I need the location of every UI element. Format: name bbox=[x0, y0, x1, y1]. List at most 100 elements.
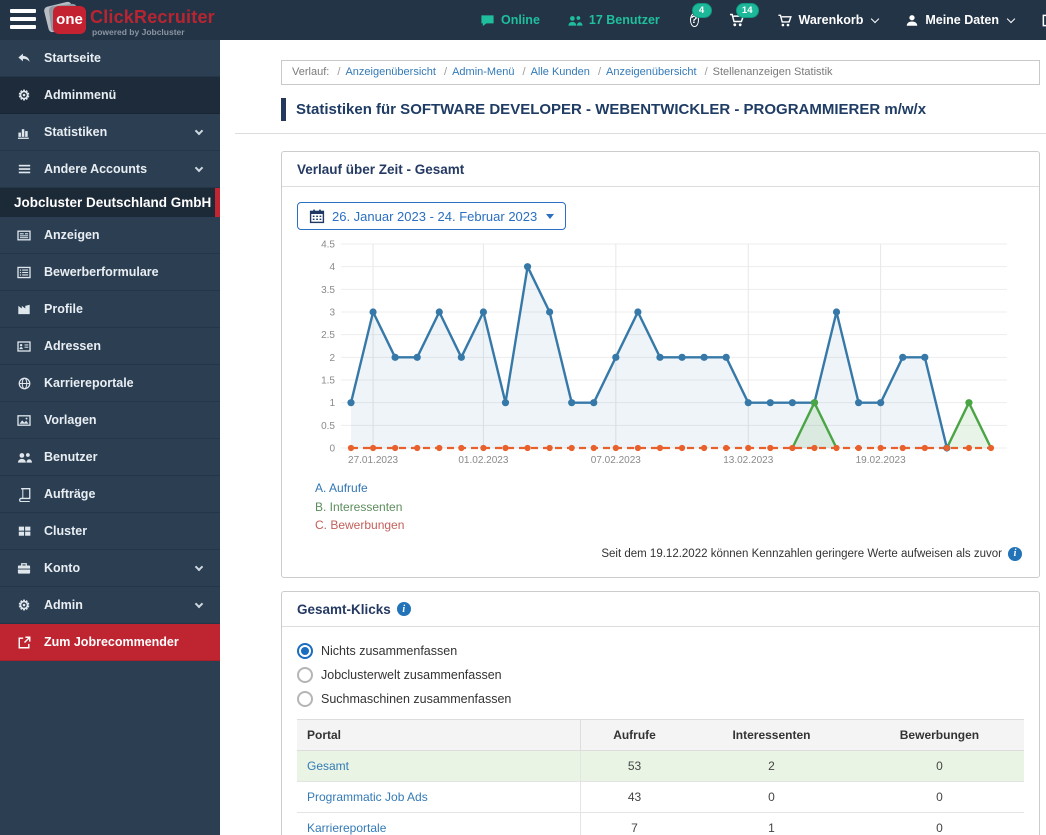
bar-chart-icon bbox=[14, 124, 34, 140]
sidebar-item-auftraege[interactable]: Aufträge bbox=[0, 476, 220, 513]
user-icon bbox=[905, 13, 919, 28]
table-row: Karriereportale 7 1 0 bbox=[297, 812, 1024, 835]
logout-icon bbox=[1041, 13, 1046, 28]
page-title: Statistiken für SOFTWARE DEVELOPER - WEB… bbox=[281, 98, 1040, 121]
chart-legend: A. Aufrufe B. Interessenten C. Bewerbung… bbox=[315, 479, 1024, 535]
cart-badge: 14 bbox=[735, 3, 759, 18]
radio-button[interactable] bbox=[297, 642, 313, 659]
svg-text:4: 4 bbox=[329, 262, 335, 273]
chevron-down-icon bbox=[194, 599, 204, 609]
trend-chart[interactable]: 0 0.5 1 1.5 2 2.5 3 3.5 4 4.5 27.01.2023 01.02.2023… bbox=[297, 234, 1024, 472]
sidebar-item-admin[interactable]: ⚙ Admin bbox=[0, 587, 220, 624]
sidebar-item-label: Konto bbox=[44, 561, 81, 575]
radio-nichts-zusammenfassen[interactable]: Nichts zusammenfassen bbox=[297, 642, 1024, 659]
divider bbox=[235, 133, 1046, 134]
svg-text:13.02.2023: 13.02.2023 bbox=[723, 455, 773, 466]
svg-text:19.02.2023: 19.02.2023 bbox=[856, 455, 906, 466]
date-range-picker[interactable]: 26. Januar 2023 - 24. Februar 2023 bbox=[297, 202, 567, 230]
radio-button[interactable] bbox=[297, 666, 313, 683]
radio-suchmaschinen-zusammenfassen[interactable]: Suchmaschinen zusammenfassen bbox=[297, 690, 1024, 707]
meine-daten-dropdown[interactable]: Meine Daten bbox=[905, 13, 1016, 28]
sidebar-item-statistiken[interactable]: Statistiken bbox=[0, 114, 220, 151]
table-header-row: Portal Aufrufe Interessenten Bewerbungen bbox=[297, 718, 1024, 751]
sidebar-item-label: Anzeigen bbox=[44, 228, 100, 242]
industry-icon bbox=[14, 302, 34, 316]
radio-button[interactable] bbox=[297, 690, 313, 707]
sidebar-item-startseite[interactable]: Startseite bbox=[0, 40, 220, 77]
sidebar-item-label: Adminmenü bbox=[44, 88, 117, 102]
sidebar-section-header: Jobcluster Deutschland GmbH bbox=[0, 188, 220, 217]
gears-icon: ⚙ bbox=[17, 86, 31, 103]
sidebar-item-zum-jobrecommender[interactable]: Zum Jobrecommender bbox=[0, 624, 220, 661]
sidebar-item-adressen[interactable]: Adressen bbox=[0, 328, 220, 365]
sidebar-item-label: Andere Accounts bbox=[44, 162, 148, 176]
caret-down-icon bbox=[546, 213, 555, 219]
globe-icon bbox=[14, 376, 34, 391]
cell-bewerbungen: 0 bbox=[854, 812, 1024, 835]
col-portal: Portal bbox=[297, 718, 582, 751]
sidebar-item-label: Bewerberformulare bbox=[44, 265, 159, 279]
chevron-down-icon bbox=[194, 163, 204, 173]
col-aufrufe: Aufrufe bbox=[580, 718, 689, 751]
sidebar-item-label: Statistiken bbox=[44, 125, 108, 139]
users-count-label: 17 Benutzer bbox=[588, 13, 660, 27]
svg-text:01.02.2023: 01.02.2023 bbox=[458, 455, 508, 466]
logout-button[interactable]: Ausloggen bbox=[1041, 13, 1046, 28]
list-icon bbox=[14, 162, 34, 176]
svg-text:2: 2 bbox=[329, 353, 335, 364]
sidebar-item-label: Zum Jobrecommender bbox=[44, 635, 179, 649]
sidebar-item-cluster[interactable]: Cluster bbox=[0, 513, 220, 550]
sidebar-item-karriereportale[interactable]: Karriereportale bbox=[0, 365, 220, 402]
cell-interessenten: 2 bbox=[688, 750, 855, 782]
info-icon[interactable]: i bbox=[396, 602, 411, 617]
cart-button[interactable]: 14 bbox=[727, 3, 759, 28]
chevron-down-icon bbox=[194, 126, 204, 136]
legend-item-interessenten: B. Interessenten bbox=[315, 499, 403, 514]
breadcrumb-prefix: Verlauf: bbox=[292, 66, 330, 78]
logo-brand-text: ClickRecruiter bbox=[90, 7, 215, 27]
clicks-panel: Gesamt-Klicks i Nichts zusammenfassen Jo… bbox=[281, 590, 1040, 835]
svg-text:0.5: 0.5 bbox=[321, 421, 335, 432]
svg-text:0: 0 bbox=[329, 444, 335, 455]
warenkorb-dropdown[interactable]: Warenkorb bbox=[776, 13, 880, 28]
sidebar-item-adminmenu[interactable]: ⚙ Adminmenü bbox=[0, 77, 220, 114]
sidebar-item-label: Karriereportale bbox=[44, 376, 134, 390]
svg-text:3: 3 bbox=[329, 308, 335, 319]
sidebar-item-anzeigen[interactable]: Anzeigen bbox=[0, 217, 220, 254]
sidebar-item-label: Adressen bbox=[44, 339, 101, 353]
sidebar-item-bewerberformulare[interactable]: Bewerberformulare bbox=[0, 254, 220, 291]
online-label: Online bbox=[501, 13, 540, 27]
sidebar-item-label: Cluster bbox=[44, 524, 88, 538]
sidebar-item-andere-accounts[interactable]: Andere Accounts bbox=[0, 151, 220, 188]
sidebar-item-vorlagen[interactable]: Vorlagen bbox=[0, 402, 220, 439]
breadcrumb-link[interactable]: Alle Kunden bbox=[531, 66, 590, 78]
comment-icon bbox=[480, 13, 495, 28]
svg-text:3.5: 3.5 bbox=[321, 285, 335, 296]
portal-link[interactable]: Karriereportale bbox=[307, 821, 386, 835]
sidebar: Startseite ⚙ Adminmenü Statistiken Ander… bbox=[0, 40, 220, 835]
portal-link[interactable]: Programmatic Job Ads bbox=[307, 790, 428, 804]
breadcrumb-link[interactable]: Anzeigenübersicht bbox=[345, 66, 436, 78]
chevron-down-icon bbox=[871, 14, 880, 23]
users-icon bbox=[14, 450, 34, 465]
breadcrumb-link[interactable]: Admin-Menü bbox=[452, 66, 514, 78]
clicks-table: Portal Aufrufe Interessenten Bewerbungen… bbox=[297, 718, 1024, 835]
portal-link[interactable]: Gesamt bbox=[307, 759, 349, 773]
radio-jobclusterwelt-zusammenfassen[interactable]: Jobclusterwelt zusammenfassen bbox=[297, 666, 1024, 683]
logo-tagline: powered by Jobcluster bbox=[92, 27, 185, 37]
active-users[interactable]: 17 Benutzer bbox=[567, 13, 660, 28]
cell-interessenten: 1 bbox=[688, 812, 855, 835]
sidebar-item-konto[interactable]: Konto bbox=[0, 550, 220, 587]
calendar-icon bbox=[309, 208, 325, 224]
sidebar-item-benutzer[interactable]: Benutzer bbox=[0, 439, 220, 476]
online-status[interactable]: Online bbox=[480, 13, 540, 28]
legend-item-bewerbungen: C. Bewerbungen bbox=[315, 518, 405, 533]
cell-bewerbungen: 0 bbox=[854, 781, 1024, 813]
sidebar-item-profile[interactable]: Profile bbox=[0, 291, 220, 328]
svg-text:1.5: 1.5 bbox=[321, 376, 335, 387]
hamburger-menu-icon[interactable] bbox=[10, 9, 36, 31]
breadcrumb-link[interactable]: Anzeigenübersicht bbox=[606, 66, 697, 78]
cell-interessenten: 0 bbox=[688, 781, 855, 813]
help-button[interactable]: ? 4 bbox=[689, 3, 712, 28]
info-icon[interactable]: i bbox=[1008, 546, 1022, 561]
